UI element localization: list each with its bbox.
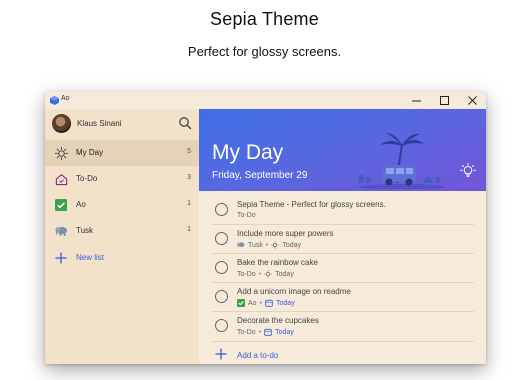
avatar[interactable] [52,114,71,133]
plus-icon [54,251,68,265]
home-icon [54,172,68,186]
app-window: Ao Klaus Sinani My Day 5 To-Do 3 Ao 1 Tu… [45,92,486,364]
task-meta: Tusk • Today [237,241,301,249]
elephant-icon [237,242,245,248]
close-icon [467,96,477,105]
task-due-today: Today [282,241,302,249]
add-todo-button[interactable]: Add a to-do [212,343,474,367]
banner-date: Friday, September 29 [212,170,308,181]
main-panel: My Day Friday, September 29 Sepia Theme … [199,109,486,364]
sidebar-item-count: 1 [187,226,191,233]
sidebar-item-label: Ao [76,200,86,209]
task-item[interactable]: Add a unicorn image on readme Ao • Today [212,283,474,312]
sun-icon [271,241,280,249]
task-meta: To-Do • Today [237,270,294,278]
task-title: Add a unicorn image on readme [237,287,351,296]
task-meta: To-Do [237,212,256,219]
sidebar-item-count: 3 [187,174,191,181]
user-profile[interactable]: Klaus Sinani [45,109,199,139]
search-icon[interactable] [178,116,192,130]
meta-separator: • [258,328,262,336]
elephant-icon [54,224,68,238]
task-complete-checkbox[interactable] [215,319,228,332]
add-todo-label: Add a to-do [237,351,279,360]
minimize-icon [411,100,421,102]
task-list-name: Tusk [248,241,263,249]
sidebar-item-count: 5 [187,148,191,155]
task-due-today: Today [275,270,294,278]
task-item[interactable]: Sepia Theme - Perfect for glossy screens… [212,196,474,225]
beach-van-illustration-icon [358,133,444,189]
task-meta: Ao • Today [237,299,295,307]
my-day-banner: My Day Friday, September 29 [199,109,486,191]
calendar-icon [264,328,272,336]
sidebar-item-ao[interactable]: Ao 1 [45,192,199,218]
maximize-icon [439,96,449,105]
sun-icon [264,270,272,278]
task-list-name: To-Do [237,212,256,219]
maximize-button[interactable] [430,92,458,109]
page-heading: Sepia Theme [210,9,319,29]
meta-separator: • [258,270,262,278]
sidebar-item-count: 1 [187,200,191,207]
close-button[interactable] [458,92,486,109]
task-item[interactable]: Bake the rainbow cake To-Do • Today [212,254,474,283]
sidebar: Klaus Sinani My Day 5 To-Do 3 Ao 1 Tusk … [45,109,199,364]
divider [212,341,474,342]
page-subheading: Perfect for glossy screens. [187,44,342,59]
calendar-icon [265,299,273,307]
task-title: Include more super powers [237,229,334,238]
task-item[interactable]: Decorate the cupcakes To-Do • Today [212,312,474,341]
task-complete-checkbox[interactable] [215,203,228,216]
checkbox-icon [237,299,245,307]
minimize-button[interactable] [402,92,430,109]
app-logo-icon [50,96,59,105]
task-list-name: To-Do [237,270,256,278]
app-title: Ao [61,95,70,102]
sidebar-item-tusk[interactable]: Tusk 1 [45,218,199,244]
sidebar-item-label: Tusk [76,226,94,235]
task-complete-checkbox[interactable] [215,261,228,274]
task-title: Sepia Theme - Perfect for glossy screens… [237,200,386,209]
meta-separator: • [259,299,263,307]
sidebar-item-to-do[interactable]: To-Do 3 [45,166,199,192]
suggestions-bulb-icon[interactable] [460,163,476,179]
sidebar-item-label: To-Do [76,174,98,183]
sun-icon [54,146,68,160]
user-name: Klaus Sinani [77,119,122,128]
new-list-label: New list [76,253,105,262]
meta-separator: • [265,241,269,249]
task-item[interactable]: Include more super powers Tusk • Today [212,225,474,254]
sidebar-item-label: My Day [76,148,104,157]
task-list-name: To-Do [237,328,256,336]
task-title: Bake the rainbow cake [237,258,318,267]
task-complete-checkbox[interactable] [215,232,228,245]
sidebar-item-my-day[interactable]: My Day 5 [45,140,199,166]
task-due-today: Today [275,328,294,336]
task-complete-checkbox[interactable] [215,290,228,303]
task-title: Decorate the cupcakes [237,316,319,325]
plus-icon [215,348,227,360]
checkbox-icon [54,198,68,212]
task-meta: To-Do • Today [237,328,294,336]
page-title: My Day [212,141,284,164]
title-bar: Ao [45,92,486,109]
new-list-button[interactable]: New list [45,245,199,271]
task-due-today: Today [276,299,295,307]
task-list-name: Ao [248,299,257,307]
